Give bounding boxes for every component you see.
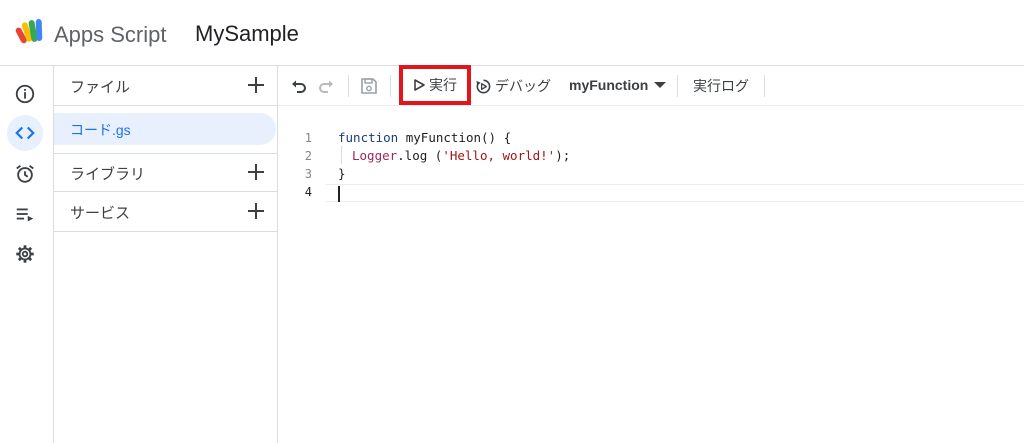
app-header: Apps Script MySample: [0, 0, 1024, 66]
execution-log-button[interactable]: 実行ログ: [693, 76, 749, 96]
toolbar-separator: [348, 75, 349, 97]
line-number: 4: [304, 185, 312, 199]
current-line-highlight: [326, 184, 1024, 202]
info-icon: [15, 84, 35, 104]
debug-icon: [476, 79, 491, 93]
add-library-icon[interactable]: [245, 161, 267, 183]
overview-button[interactable]: [7, 76, 43, 112]
code-icon: [15, 126, 35, 140]
caret-down-icon: [654, 82, 667, 88]
code-editor[interactable]: 1 2 3 4 function myFunction() { Logger.l…: [279, 106, 1024, 443]
code-line-2: Logger.log ('Hello, world!');: [352, 148, 570, 163]
files-section-header: ファイル: [54, 66, 277, 106]
function-select[interactable]: myFunction: [569, 77, 667, 93]
code-text: );: [555, 148, 571, 163]
triggers-button[interactable]: [7, 156, 43, 192]
editor-toolbar: 実行 デバッグ myFunction 実行ログ: [278, 65, 1024, 106]
run-button[interactable]: 実行: [399, 65, 471, 105]
services-label: サービス: [70, 205, 131, 222]
debug-label: デバッグ: [495, 78, 551, 94]
nav-rail: [0, 66, 54, 443]
function-name: myFunction: [569, 77, 649, 93]
keyword: function: [338, 130, 399, 145]
run-label: 実行: [429, 77, 457, 93]
executions-icon: [16, 208, 34, 222]
divider: [54, 231, 277, 232]
project-name[interactable]: MySample: [195, 21, 299, 47]
add-service-icon[interactable]: [245, 200, 267, 222]
toolbar-separator: [390, 75, 391, 97]
line-number: 2: [304, 149, 312, 163]
add-file-icon[interactable]: [245, 74, 267, 96]
text-cursor: [338, 186, 340, 202]
string-literal: 'Hello, world!': [442, 148, 556, 163]
alarm-clock-icon: [16, 165, 34, 183]
file-item-code-gs[interactable]: コード.gs: [54, 113, 276, 145]
divider: [54, 105, 277, 106]
apps-script-logo-icon[interactable]: [15, 17, 47, 47]
toolbar-separator: [764, 75, 765, 97]
files-label: ファイル: [70, 79, 131, 96]
code-line-1: function myFunction() {: [338, 130, 511, 145]
indent-guide: [341, 146, 342, 164]
debug-button[interactable]: デバッグ: [475, 76, 551, 96]
code-line-3: }: [338, 166, 346, 181]
settings-button[interactable]: [7, 236, 43, 272]
play-icon: [414, 79, 425, 91]
line-number: 3: [304, 167, 312, 181]
code-text: .log (: [397, 148, 443, 163]
toolbar-separator: [677, 75, 678, 97]
editor-button[interactable]: [7, 115, 43, 151]
redo-icon[interactable]: [317, 77, 335, 95]
executions-button[interactable]: [7, 196, 43, 232]
libraries-section-header: ライブラリ: [54, 153, 277, 193]
save-icon[interactable]: [360, 77, 378, 95]
file-sidebar: ファイル コード.gs ライブラリ サービス: [54, 66, 278, 443]
line-number: 1: [304, 131, 312, 145]
libraries-label: ライブラリ: [70, 166, 146, 183]
file-name: コード.gs: [70, 122, 131, 138]
gear-icon: [16, 245, 34, 263]
code-text: myFunction() {: [398, 130, 512, 145]
object-name: Logger: [352, 148, 398, 163]
undo-icon[interactable]: [290, 77, 308, 95]
services-section-header: サービス: [54, 192, 277, 232]
app-name: Apps Script: [54, 22, 167, 47]
